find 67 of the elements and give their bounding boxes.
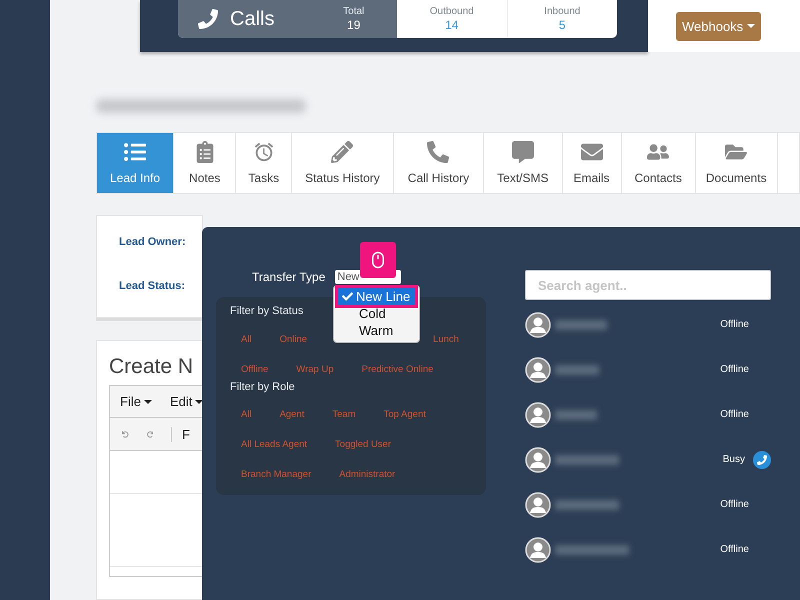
dropdown-option[interactable]: Cold <box>338 305 415 322</box>
avatar-icon <box>525 536 551 562</box>
stat-value[interactable]: 14 <box>445 18 458 32</box>
field-label: Lead Owner: <box>119 236 186 248</box>
transfer-type-label: Transfer Type <box>252 270 326 284</box>
filter-chip[interactable]: Branch Manager <box>241 469 312 480</box>
filter-chip[interactable]: Predictive Online <box>362 364 434 375</box>
filter-chip[interactable]: Online <box>280 334 308 345</box>
agent-status: Offline <box>720 499 749 510</box>
stat-value: 19 <box>347 18 360 32</box>
avatar-icon <box>525 312 551 338</box>
phone-icon[interactable] <box>753 450 771 468</box>
blurred-name <box>555 410 597 420</box>
stat-label: Outbound <box>430 6 474 18</box>
blurred-name <box>555 320 607 330</box>
check-icon <box>342 291 353 302</box>
avatar-icon <box>525 492 551 518</box>
menu[interactable]: File <box>120 394 152 409</box>
filter-title: Filter by Status <box>230 305 304 317</box>
filter-chip[interactable]: Agent <box>280 409 304 420</box>
phone-icon <box>198 9 218 29</box>
agent-status: Offline <box>720 409 749 420</box>
filter-chip[interactable]: Toggled User <box>335 439 392 450</box>
blurred-name <box>555 500 619 510</box>
stat-value[interactable]: 5 <box>558 18 566 32</box>
dropdown-option[interactable]: New Line <box>338 288 415 305</box>
caret-icon <box>747 24 756 28</box>
stat-label: Inbound <box>544 6 580 18</box>
tab[interactable]: Emails <box>562 133 622 193</box>
mouse-icon <box>369 251 387 269</box>
filter-chip[interactable]: All <box>241 334 252 345</box>
filter-chip[interactable]: Team <box>332 409 356 420</box>
filter-chip[interactable]: Wrap Up <box>296 364 334 375</box>
phone-icon <box>427 141 450 163</box>
agent-status: Offline <box>720 319 749 330</box>
avatar-icon <box>525 356 551 382</box>
stat-label: Total <box>343 6 364 18</box>
blurred-name <box>555 454 619 464</box>
speech-bubble-icon <box>512 141 534 163</box>
filter-chip[interactable]: Top Agent <box>384 409 426 420</box>
tab[interactable]: Contacts <box>622 133 696 193</box>
filter-chip[interactable]: All <box>241 409 252 420</box>
filter-title: Filter by Role <box>230 381 295 393</box>
avatar-icon <box>525 402 551 428</box>
agent-status: Offline <box>720 364 749 375</box>
alarm-clock-icon <box>252 141 275 163</box>
webhooks-button[interactable]: Webhooks <box>676 12 762 40</box>
filter-chip[interactable]: Offline <box>241 364 268 375</box>
note-title: Create N <box>109 355 194 379</box>
calls-label: Calls <box>230 8 274 30</box>
envelope-icon <box>580 141 602 163</box>
pencil-icon <box>331 141 354 163</box>
undo-icon[interactable] <box>122 428 129 440</box>
filter-chip[interactable]: Administrator <box>339 469 396 480</box>
agent-status: Offline <box>720 544 749 555</box>
field-label: Lead Status: <box>119 280 186 292</box>
filter-chip[interactable]: Lunch <box>433 334 459 345</box>
dropdown-option[interactable]: Warm <box>338 322 415 339</box>
blurred-name <box>555 364 599 374</box>
avatar-icon <box>525 446 551 472</box>
tab[interactable]: Lead Info <box>97 133 174 193</box>
agent-status: Busy <box>722 454 745 465</box>
redo-icon[interactable] <box>146 428 154 440</box>
search-field[interactable]: Search agent.. <box>525 270 771 300</box>
toolbar-text[interactable]: F <box>171 426 190 442</box>
list-icon <box>124 141 146 163</box>
filter-chip[interactable]: All Leads Agent <box>241 439 308 450</box>
